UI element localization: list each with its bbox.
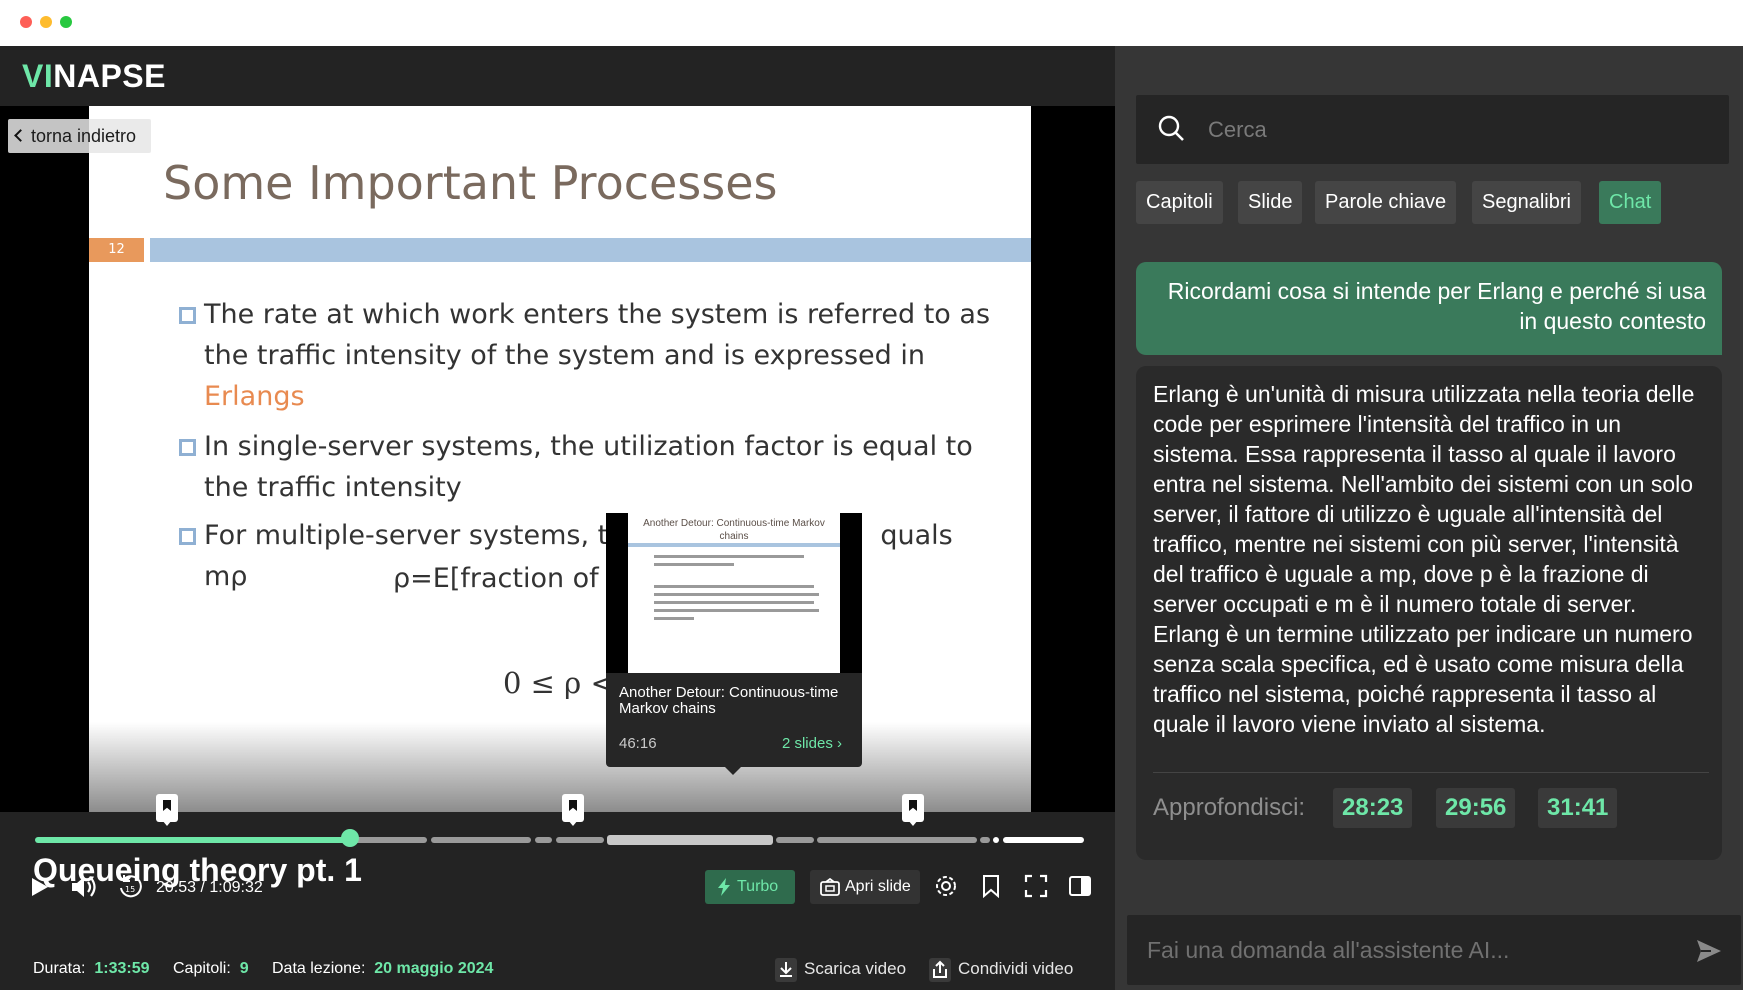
download-icon: [775, 957, 797, 982]
assistant-message-text: Erlang è un'unità di misura utilizzata n…: [1153, 381, 1695, 737]
fullscreen-icon[interactable]: [1024, 874, 1048, 898]
download-video-button[interactable]: Scarica video: [774, 953, 906, 985]
settings-gear-icon[interactable]: [934, 874, 958, 898]
tab-parole-chiave[interactable]: Parole chiave: [1315, 181, 1457, 224]
search-input[interactable]: [1208, 113, 1708, 147]
chapter-preview-time: 46:16: [619, 735, 657, 752]
turbo-button[interactable]: Turbo: [705, 870, 795, 904]
search-box[interactable]: [1136, 95, 1729, 164]
slide-formula-2: 0 ≤ ρ <: [503, 666, 615, 700]
chapter-segment[interactable]: [556, 837, 604, 843]
chapter-segment[interactable]: [980, 837, 990, 843]
brand-logo[interactable]: VINAPSE: [22, 58, 166, 95]
tab-segnalibri[interactable]: Segnalibri: [1472, 181, 1581, 224]
slide-bullet-1: The rate at which work enters the system…: [179, 294, 999, 417]
send-icon[interactable]: [1695, 938, 1723, 964]
bookmark-icon[interactable]: [981, 874, 1001, 898]
chevron-right-icon: ›: [837, 735, 842, 752]
chapter-segment[interactable]: [1003, 837, 1084, 843]
tab-capitoli[interactable]: Capitoli: [1136, 181, 1223, 224]
user-chat-message: Ricordami cosa si intende per Erlang e p…: [1136, 262, 1722, 355]
slide-frame: Some Important Processes 12 The rate at …: [89, 106, 1031, 812]
player-pane: VINAPSE Some Important Processes 12 The …: [0, 46, 1115, 990]
timestamp-link-1[interactable]: 28:23: [1333, 788, 1413, 828]
slide-icon: [820, 878, 840, 896]
timeline-bookmark-3[interactable]: [902, 794, 924, 826]
slide-bullet-2: In single-server systems, the utilizatio…: [179, 426, 999, 508]
sidebar-toggle-icon[interactable]: [1068, 874, 1092, 898]
slide-header-bar: [150, 238, 1031, 262]
lecture-date: Data lezione: 20 maggio 2024: [272, 960, 494, 977]
slide-formula-1: ρ=E[fraction of: [393, 563, 599, 594]
lecture-chapters: Capitoli: 9: [173, 960, 249, 977]
assistant-sidebar: Capitoli Slide Parole chiave Segnalibri …: [1115, 46, 1743, 990]
chapter-preview-title: Another Detour: Continuous-time Markov c…: [619, 684, 839, 717]
chapter-slides-link[interactable]: 2 slides ›: [782, 735, 842, 752]
timestamp-link-2[interactable]: 29:56: [1436, 788, 1516, 828]
share-icon: [929, 957, 951, 982]
chapter-preview-tooltip[interactable]: Another Detour: Continuous-time Markov c…: [606, 513, 862, 775]
slide-title: Some Important Processes: [163, 156, 778, 210]
progress-knob[interactable]: [341, 829, 359, 847]
video-overlay-gradient: [89, 722, 1031, 812]
timeline-bookmark-1[interactable]: [156, 794, 178, 826]
close-window-button[interactable]: [20, 16, 32, 28]
share-video-button[interactable]: Condividi video: [928, 953, 1073, 985]
progress-bar[interactable]: [35, 835, 1085, 845]
chapter-segment[interactable]: [817, 837, 977, 843]
lightning-icon: [718, 878, 730, 896]
minimize-window-button[interactable]: [40, 16, 52, 28]
back-button[interactable]: torna indietro: [8, 119, 151, 153]
maximize-window-button[interactable]: [60, 16, 72, 28]
chapter-segment[interactable]: [347, 837, 427, 843]
tab-slide[interactable]: Slide: [1238, 181, 1303, 224]
assistant-chat-message: Erlang è un'unità di misura utilizzata n…: [1136, 366, 1722, 860]
lecture-duration: Durata: 1:33:59: [33, 960, 150, 977]
search-icon: [1158, 115, 1184, 141]
chapter-segment[interactable]: [776, 837, 814, 843]
divider: [1153, 772, 1709, 773]
chapter-preview-thumbnail: Another Detour: Continuous-time Markov c…: [606, 513, 862, 673]
lecture-title: Queueing theory pt. 1: [33, 852, 362, 888]
ask-ai-input[interactable]: [1147, 935, 1667, 965]
video-player[interactable]: Some Important Processes 12 The rate at …: [0, 106, 1115, 812]
slide-number: 12: [89, 238, 144, 262]
chapter-segment[interactable]: [993, 837, 999, 843]
timestamp-link-3[interactable]: 31:41: [1538, 788, 1618, 828]
progress-played: [35, 837, 347, 843]
window-titlebar: [0, 0, 1743, 46]
tab-chat[interactable]: Chat: [1599, 181, 1662, 224]
chapter-segment[interactable]: [535, 837, 552, 843]
chevron-left-icon: [14, 129, 27, 142]
chapter-segment[interactable]: [431, 837, 531, 843]
chapter-segment-hovered[interactable]: [607, 835, 773, 845]
open-slide-button[interactable]: Apri slide: [810, 870, 920, 904]
timeline-bookmark-2[interactable]: [562, 794, 584, 826]
ask-ai-box[interactable]: [1127, 915, 1741, 985]
deep-dive-label: Approfondisci:: [1153, 794, 1306, 821]
